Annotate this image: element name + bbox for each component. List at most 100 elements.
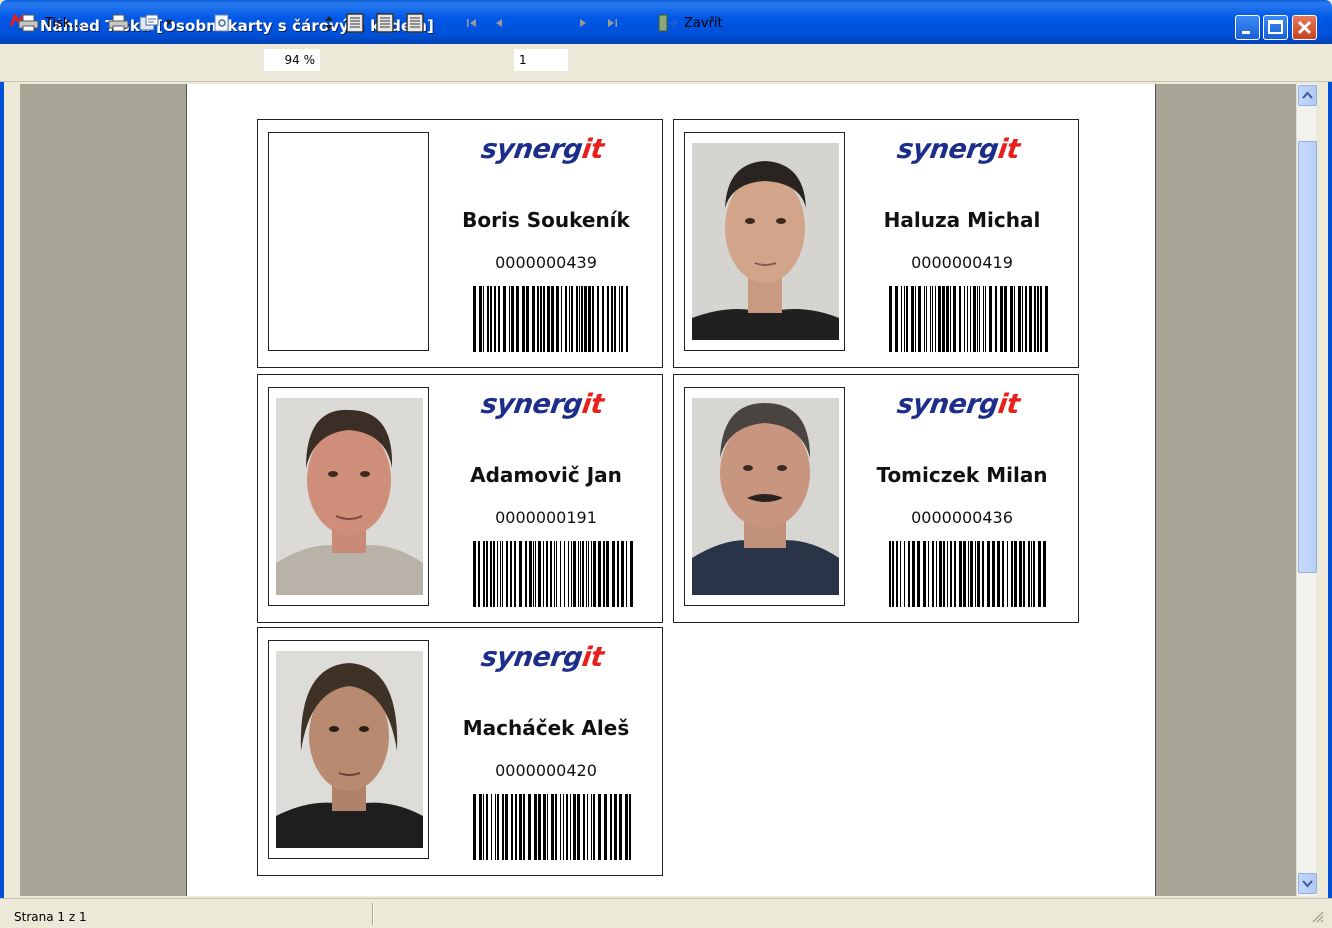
status-bar: Strana 1 z 1 (0, 898, 1332, 928)
barcode-bar (959, 541, 962, 607)
barcode-bar (1045, 286, 1048, 352)
zoom-stepper[interactable] (324, 12, 334, 34)
close-label: Zavřít (684, 15, 723, 31)
next-page-button[interactable] (578, 12, 588, 34)
barcode-bar (579, 286, 580, 352)
scroll-up-button[interactable] (1298, 85, 1317, 106)
barcode-bar (621, 541, 624, 607)
barcode-bar (587, 794, 588, 860)
maximize-button[interactable] (1263, 15, 1288, 40)
first-page-button[interactable] (466, 12, 478, 34)
barcode-bar (526, 286, 529, 352)
barcode (889, 286, 1048, 352)
resize-grip-icon[interactable] (1310, 909, 1324, 923)
barcode-bar (534, 794, 537, 860)
scroll-thumb[interactable] (1298, 141, 1317, 573)
employee-photo (276, 651, 423, 848)
barcode-bar (566, 794, 568, 860)
barcode-bar (598, 794, 601, 860)
barcode-bar (983, 286, 984, 352)
barcode-bar (564, 541, 565, 607)
page-number-value: 1 (519, 53, 527, 67)
barcode-bar (523, 794, 525, 860)
page-width-view-button[interactable] (375, 12, 395, 34)
barcode-bar (479, 286, 482, 352)
barcode-bar (509, 286, 510, 352)
barcode-bar (591, 541, 592, 607)
barcode-bar (573, 794, 576, 860)
barcode-bar (943, 541, 945, 607)
barcode-bar (473, 794, 476, 860)
quick-print-button[interactable] (108, 12, 130, 34)
barcode-bar (505, 794, 508, 860)
two-pages-view-button[interactable] (405, 12, 425, 34)
multi-page-icon (406, 13, 424, 33)
single-page-icon (346, 13, 364, 33)
barcode-bar (592, 286, 594, 352)
zoom-input[interactable]: 94 % (264, 49, 320, 71)
barcode-bar (895, 286, 898, 352)
barcode-bar (1014, 541, 1017, 607)
barcode-bar (1014, 286, 1015, 352)
barcode-bar (1040, 286, 1042, 352)
barcode-bar (942, 286, 945, 352)
barcode-bar (495, 794, 496, 860)
employee-photo (276, 398, 423, 595)
barcode (889, 541, 1046, 607)
one-page-view-button[interactable] (345, 12, 365, 34)
page-setup-button[interactable] (213, 12, 231, 34)
barcode-bar (515, 794, 517, 860)
close-window-button[interactable] (1292, 15, 1317, 40)
barcode-bar (538, 794, 541, 860)
previous-page-button[interactable] (494, 12, 504, 34)
barcode-bar (543, 286, 545, 352)
scroll-down-button[interactable] (1298, 873, 1317, 894)
barcode-bar (533, 541, 534, 607)
barcode-bar (563, 794, 564, 860)
barcode-bar (619, 286, 620, 352)
export-dropdown-button[interactable] (138, 12, 173, 34)
minimize-button[interactable] (1235, 15, 1260, 40)
barcode-bar (550, 541, 552, 607)
last-page-button[interactable] (606, 12, 618, 34)
barcode-bar (614, 286, 616, 352)
barcode-bar (935, 286, 936, 352)
barcode-bar (612, 541, 615, 607)
barcode-bar (582, 541, 584, 607)
employee-code: 0000000419 (911, 253, 1013, 272)
barcode-bar (573, 541, 576, 607)
barcode-bar (525, 541, 527, 607)
vertical-scrollbar[interactable] (1296, 84, 1317, 896)
last-page-icon (608, 19, 617, 27)
barcode-bar (593, 541, 596, 607)
barcode-bar (502, 794, 504, 860)
barcode-bar (977, 541, 980, 607)
next-page-icon (580, 19, 586, 27)
barcode-bar (486, 541, 488, 607)
print-button[interactable]: Tisk... (18, 12, 83, 34)
window-frame-left (0, 44, 4, 928)
preview-viewport[interactable]: synergit Boris Soukeník 0000000439 syner… (20, 84, 1296, 896)
barcode-bar (904, 541, 905, 607)
page-number-input[interactable]: 1 (514, 49, 568, 71)
barcode-bar (970, 286, 971, 352)
barcode-bar (926, 286, 927, 352)
barcode-bar (906, 286, 908, 352)
barcode-bar (982, 541, 984, 607)
employee-photo (692, 398, 839, 595)
barcode-bar (597, 286, 599, 352)
barcode-bar (584, 286, 587, 352)
barcode-bar (478, 541, 480, 607)
barcode-bar (511, 794, 513, 860)
barcode-bar (985, 286, 986, 352)
barcode-bar (1037, 286, 1039, 352)
barcode-bar (568, 541, 569, 607)
close-preview-button[interactable]: Zavřít (657, 12, 723, 34)
barcode-bar (1043, 541, 1046, 607)
barcode-bar (954, 541, 956, 607)
toolbar (0, 44, 1332, 82)
barcode-bar (483, 794, 484, 860)
barcode-bar (491, 794, 492, 860)
barcode-bar (554, 541, 555, 607)
barcode-bar (1033, 541, 1035, 607)
